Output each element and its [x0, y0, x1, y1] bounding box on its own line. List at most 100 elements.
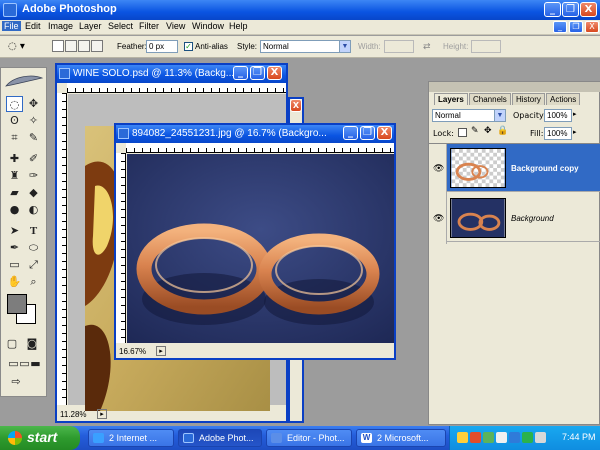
- doc-close-button[interactable]: X: [585, 21, 599, 33]
- palette-grip[interactable]: [429, 82, 600, 92]
- rings-close-button[interactable]: X: [377, 126, 392, 140]
- subtract-selection-icon[interactable]: [78, 40, 90, 52]
- quick-mask-mode-icon[interactable]: ◙: [25, 336, 39, 352]
- close-button[interactable]: X: [580, 2, 597, 17]
- hand-tool-icon[interactable]: ✋: [6, 274, 23, 290]
- menu-image[interactable]: Image: [48, 21, 73, 31]
- pen-tool-icon[interactable]: ✒: [6, 240, 23, 256]
- chevron-down-icon: ▼: [339, 41, 350, 52]
- rings-photo[interactable]: [127, 154, 394, 343]
- screen-mode-full-icon[interactable]: ▬: [27, 356, 44, 372]
- paint-bucket-tool-icon[interactable]: ◆: [25, 185, 42, 201]
- start-button[interactable]: start: [0, 426, 80, 450]
- task-microsoft[interactable]: W 2 Microsoft...: [356, 429, 446, 447]
- move-tool-icon[interactable]: ✥: [25, 96, 42, 112]
- rings-zoom-level[interactable]: 16.67%: [119, 347, 146, 356]
- wine-minimize-button[interactable]: _: [233, 66, 248, 80]
- lock-all-icon[interactable]: 🔒: [497, 126, 508, 136]
- wine-close-button[interactable]: X: [267, 66, 282, 80]
- foreground-color-swatch[interactable]: [7, 294, 27, 314]
- tray-network-icon[interactable]: [483, 432, 494, 443]
- type-tool-icon[interactable]: T: [25, 223, 42, 239]
- menu-file[interactable]: File: [2, 21, 21, 31]
- menu-view[interactable]: View: [166, 21, 185, 31]
- fill-input[interactable]: 100%: [544, 127, 572, 140]
- status-arrow-icon[interactable]: ▸: [156, 346, 166, 356]
- tray-update-icon[interactable]: [522, 432, 533, 443]
- status-arrow-icon[interactable]: ▸: [97, 409, 107, 419]
- marquee-preset-icon[interactable]: ◌ ▾: [8, 41, 30, 53]
- opacity-slider-icon[interactable]: ▸: [573, 110, 577, 118]
- path-selection-tool-icon[interactable]: ➤: [6, 223, 23, 239]
- blur-tool-icon[interactable]: ●: [6, 202, 23, 218]
- wine-zoom-level[interactable]: 11.28%: [60, 410, 87, 419]
- document-title: WINE SOLO.psd @ 11.3% (Backg...: [73, 68, 235, 79]
- jump-to-imageready-icon[interactable]: ⇨: [6, 374, 26, 390]
- style-select[interactable]: Normal ▼: [260, 40, 351, 53]
- clock[interactable]: 7:44 PM: [562, 432, 596, 442]
- doc-minimize-button[interactable]: _: [553, 21, 567, 33]
- lock-position-icon[interactable]: ✥: [484, 126, 492, 136]
- rings-restore-button[interactable]: ❐: [360, 126, 375, 140]
- wine-restore-button[interactable]: ❐: [250, 66, 265, 80]
- eraser-tool-icon[interactable]: ▰: [6, 185, 23, 201]
- task-editor[interactable]: Editor - Phot...: [266, 429, 352, 447]
- menu-window[interactable]: Window: [192, 21, 224, 31]
- restore-button[interactable]: ❐: [562, 2, 579, 17]
- tray-speaker-icon[interactable]: [496, 432, 507, 443]
- brush-tool-icon[interactable]: ✐: [25, 151, 42, 167]
- eyedropper-tool-icon[interactable]: ⤢: [25, 257, 42, 273]
- editor-icon: [271, 433, 282, 443]
- tray-device-icon[interactable]: [535, 432, 546, 443]
- zoom-tool-icon[interactable]: ⌕: [25, 274, 42, 290]
- slice-tool-icon[interactable]: ✎: [25, 130, 42, 146]
- new-selection-icon[interactable]: [52, 40, 64, 52]
- tray-app-icon[interactable]: [457, 432, 468, 443]
- lock-transparency-icon[interactable]: [458, 128, 467, 137]
- healing-brush-tool-icon[interactable]: ✚: [6, 151, 23, 167]
- antialias-checkbox[interactable]: ✓: [184, 42, 193, 51]
- notes-tool-icon[interactable]: ▭: [6, 257, 23, 273]
- tab-actions[interactable]: Actions: [546, 93, 581, 105]
- swap-dimensions-icon[interactable]: ⇄: [423, 42, 431, 52]
- intersect-selection-icon[interactable]: [91, 40, 103, 52]
- layer-row-background[interactable]: Background: [447, 194, 600, 242]
- marquee-tool-icon[interactable]: ◌: [6, 96, 23, 112]
- height-input[interactable]: [471, 40, 501, 53]
- history-brush-tool-icon[interactable]: ✑: [25, 168, 42, 184]
- menu-filter[interactable]: Filter: [139, 21, 159, 31]
- crop-tool-icon[interactable]: ⌗: [6, 130, 23, 146]
- lasso-tool-icon[interactable]: ʘ: [6, 113, 23, 129]
- clone-stamp-tool-icon[interactable]: ♜: [6, 168, 23, 184]
- layer-thumbnail: [450, 148, 506, 188]
- tray-shield-icon[interactable]: [470, 432, 481, 443]
- lock-pixels-icon[interactable]: ✎: [471, 126, 479, 136]
- rings-minimize-button[interactable]: _: [343, 126, 358, 140]
- menu-help[interactable]: Help: [229, 21, 248, 31]
- opacity-label: Opacity:: [513, 111, 546, 120]
- blend-mode-select[interactable]: Normal ▼: [432, 109, 506, 122]
- word-icon: W: [361, 433, 372, 443]
- tab-layers[interactable]: Layers: [434, 93, 468, 105]
- opacity-input[interactable]: 100%: [544, 109, 572, 122]
- fill-slider-icon[interactable]: ▸: [573, 128, 577, 136]
- task-photoshop[interactable]: Adobe Phot...: [178, 429, 262, 447]
- feather-input[interactable]: 0 px: [146, 40, 178, 53]
- tab-channels[interactable]: Channels: [469, 93, 511, 105]
- menu-select[interactable]: Select: [108, 21, 133, 31]
- add-selection-icon[interactable]: [65, 40, 77, 52]
- magic-wand-tool-icon[interactable]: ✧: [25, 113, 42, 129]
- menu-edit[interactable]: Edit: [25, 21, 41, 31]
- tab-history[interactable]: History: [512, 93, 545, 105]
- standard-mode-icon[interactable]: ▢: [5, 336, 19, 352]
- layer-row-background-copy[interactable]: Background copy: [447, 144, 600, 192]
- dodge-tool-icon[interactable]: ◐: [25, 202, 42, 218]
- width-input[interactable]: [384, 40, 414, 53]
- minimize-button[interactable]: _: [544, 2, 561, 17]
- task-internet[interactable]: 2 Internet ...: [88, 429, 174, 447]
- hidden-window-close-button[interactable]: X: [290, 99, 302, 112]
- tray-messenger-icon[interactable]: [509, 432, 520, 443]
- shape-tool-icon[interactable]: ⬭: [25, 240, 42, 256]
- doc-restore-button[interactable]: ❐: [569, 21, 583, 33]
- menu-layer[interactable]: Layer: [79, 21, 102, 31]
